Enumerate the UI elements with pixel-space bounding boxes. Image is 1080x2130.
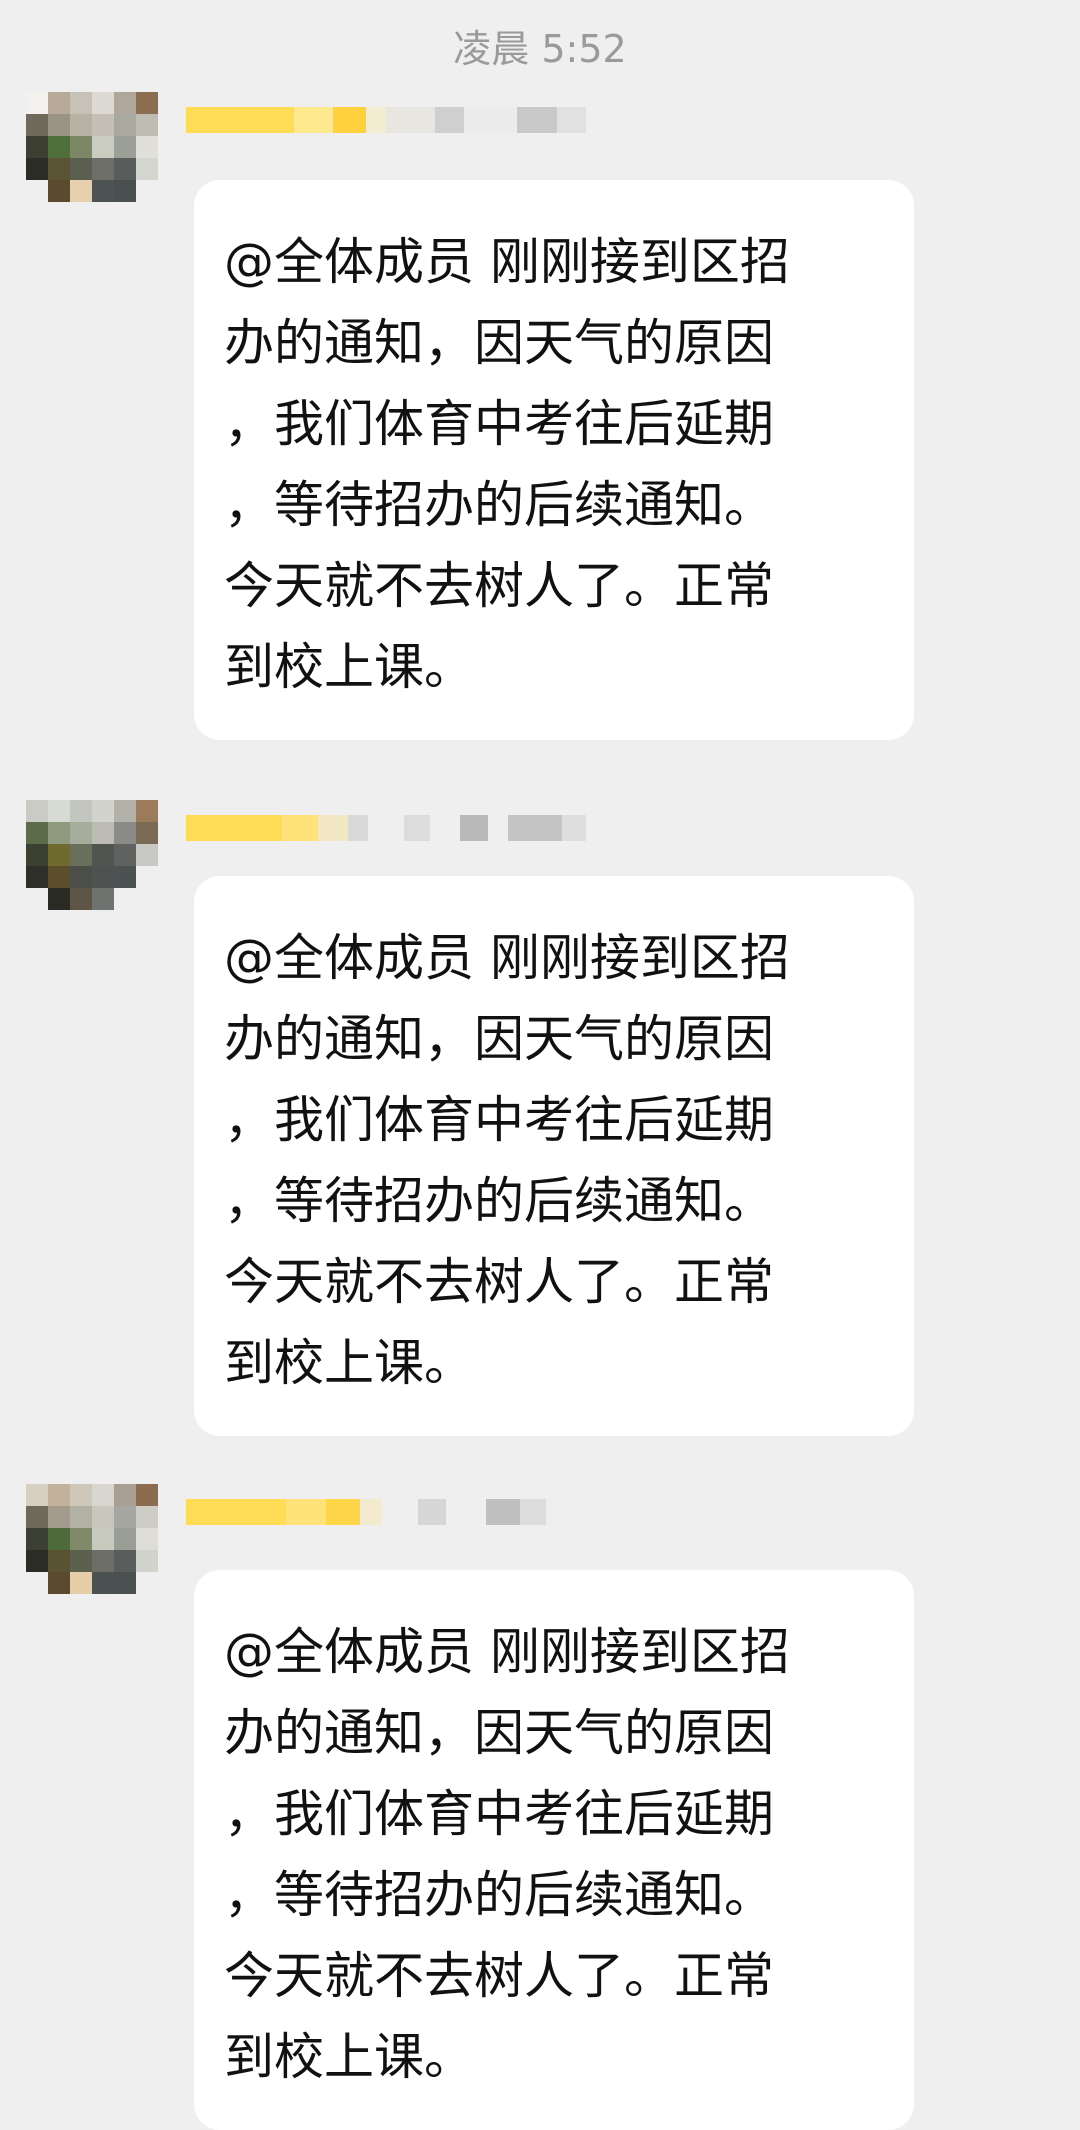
avatar[interactable] [26, 92, 158, 224]
sender-name [186, 92, 586, 148]
message-line: 到校上课。 [224, 638, 474, 696]
message-line: ，我们体育中考往后延期 [224, 1785, 774, 1843]
message-line: 到校上课。 [224, 1334, 474, 1392]
sender-name [186, 1484, 586, 1540]
timestamp: 凌晨 5:52 [453, 27, 627, 71]
message-line: 今天就不去树人了。正常 [224, 1947, 774, 2005]
message-line: ，等待招办的后续通知。 [224, 1866, 774, 1924]
message-line: ，我们体育中考往后延期 [224, 395, 774, 453]
avatar[interactable] [26, 1484, 158, 1616]
message-bubble[interactable]: @全体成员 刚刚接到区招 办的通知，因天气的原因 ，我们体育中考往后延期 ，等待… [194, 876, 914, 1436]
message-line: 办的通知，因天气的原因 [224, 314, 774, 372]
avatar[interactable] [26, 800, 158, 932]
message-line: ，等待招办的后续通知。 [224, 476, 774, 534]
message-bubble[interactable]: @全体成员 刚刚接到区招 办的通知，因天气的原因 ，我们体育中考往后延期 ，等待… [194, 180, 914, 740]
message-line: @全体成员 刚刚接到区招 [224, 929, 790, 987]
message-line: 今天就不去树人了。正常 [224, 557, 774, 615]
message-bubble[interactable]: @全体成员 刚刚接到区招 办的通知，因天气的原因 ，我们体育中考往后延期 ，等待… [194, 1570, 914, 2130]
message-line: ，等待招办的后续通知。 [224, 1172, 774, 1230]
message-line: 办的通知，因天气的原因 [224, 1010, 774, 1068]
message-line: 办的通知，因天气的原因 [224, 1704, 774, 1762]
message-line: @全体成员 刚刚接到区招 [224, 233, 790, 291]
message-line: @全体成员 刚刚接到区招 [224, 1623, 790, 1681]
message-line: 到校上课。 [224, 2028, 474, 2086]
sender-name [186, 800, 586, 856]
message-line: ，我们体育中考往后延期 [224, 1091, 774, 1149]
message-line: 今天就不去树人了。正常 [224, 1253, 774, 1311]
